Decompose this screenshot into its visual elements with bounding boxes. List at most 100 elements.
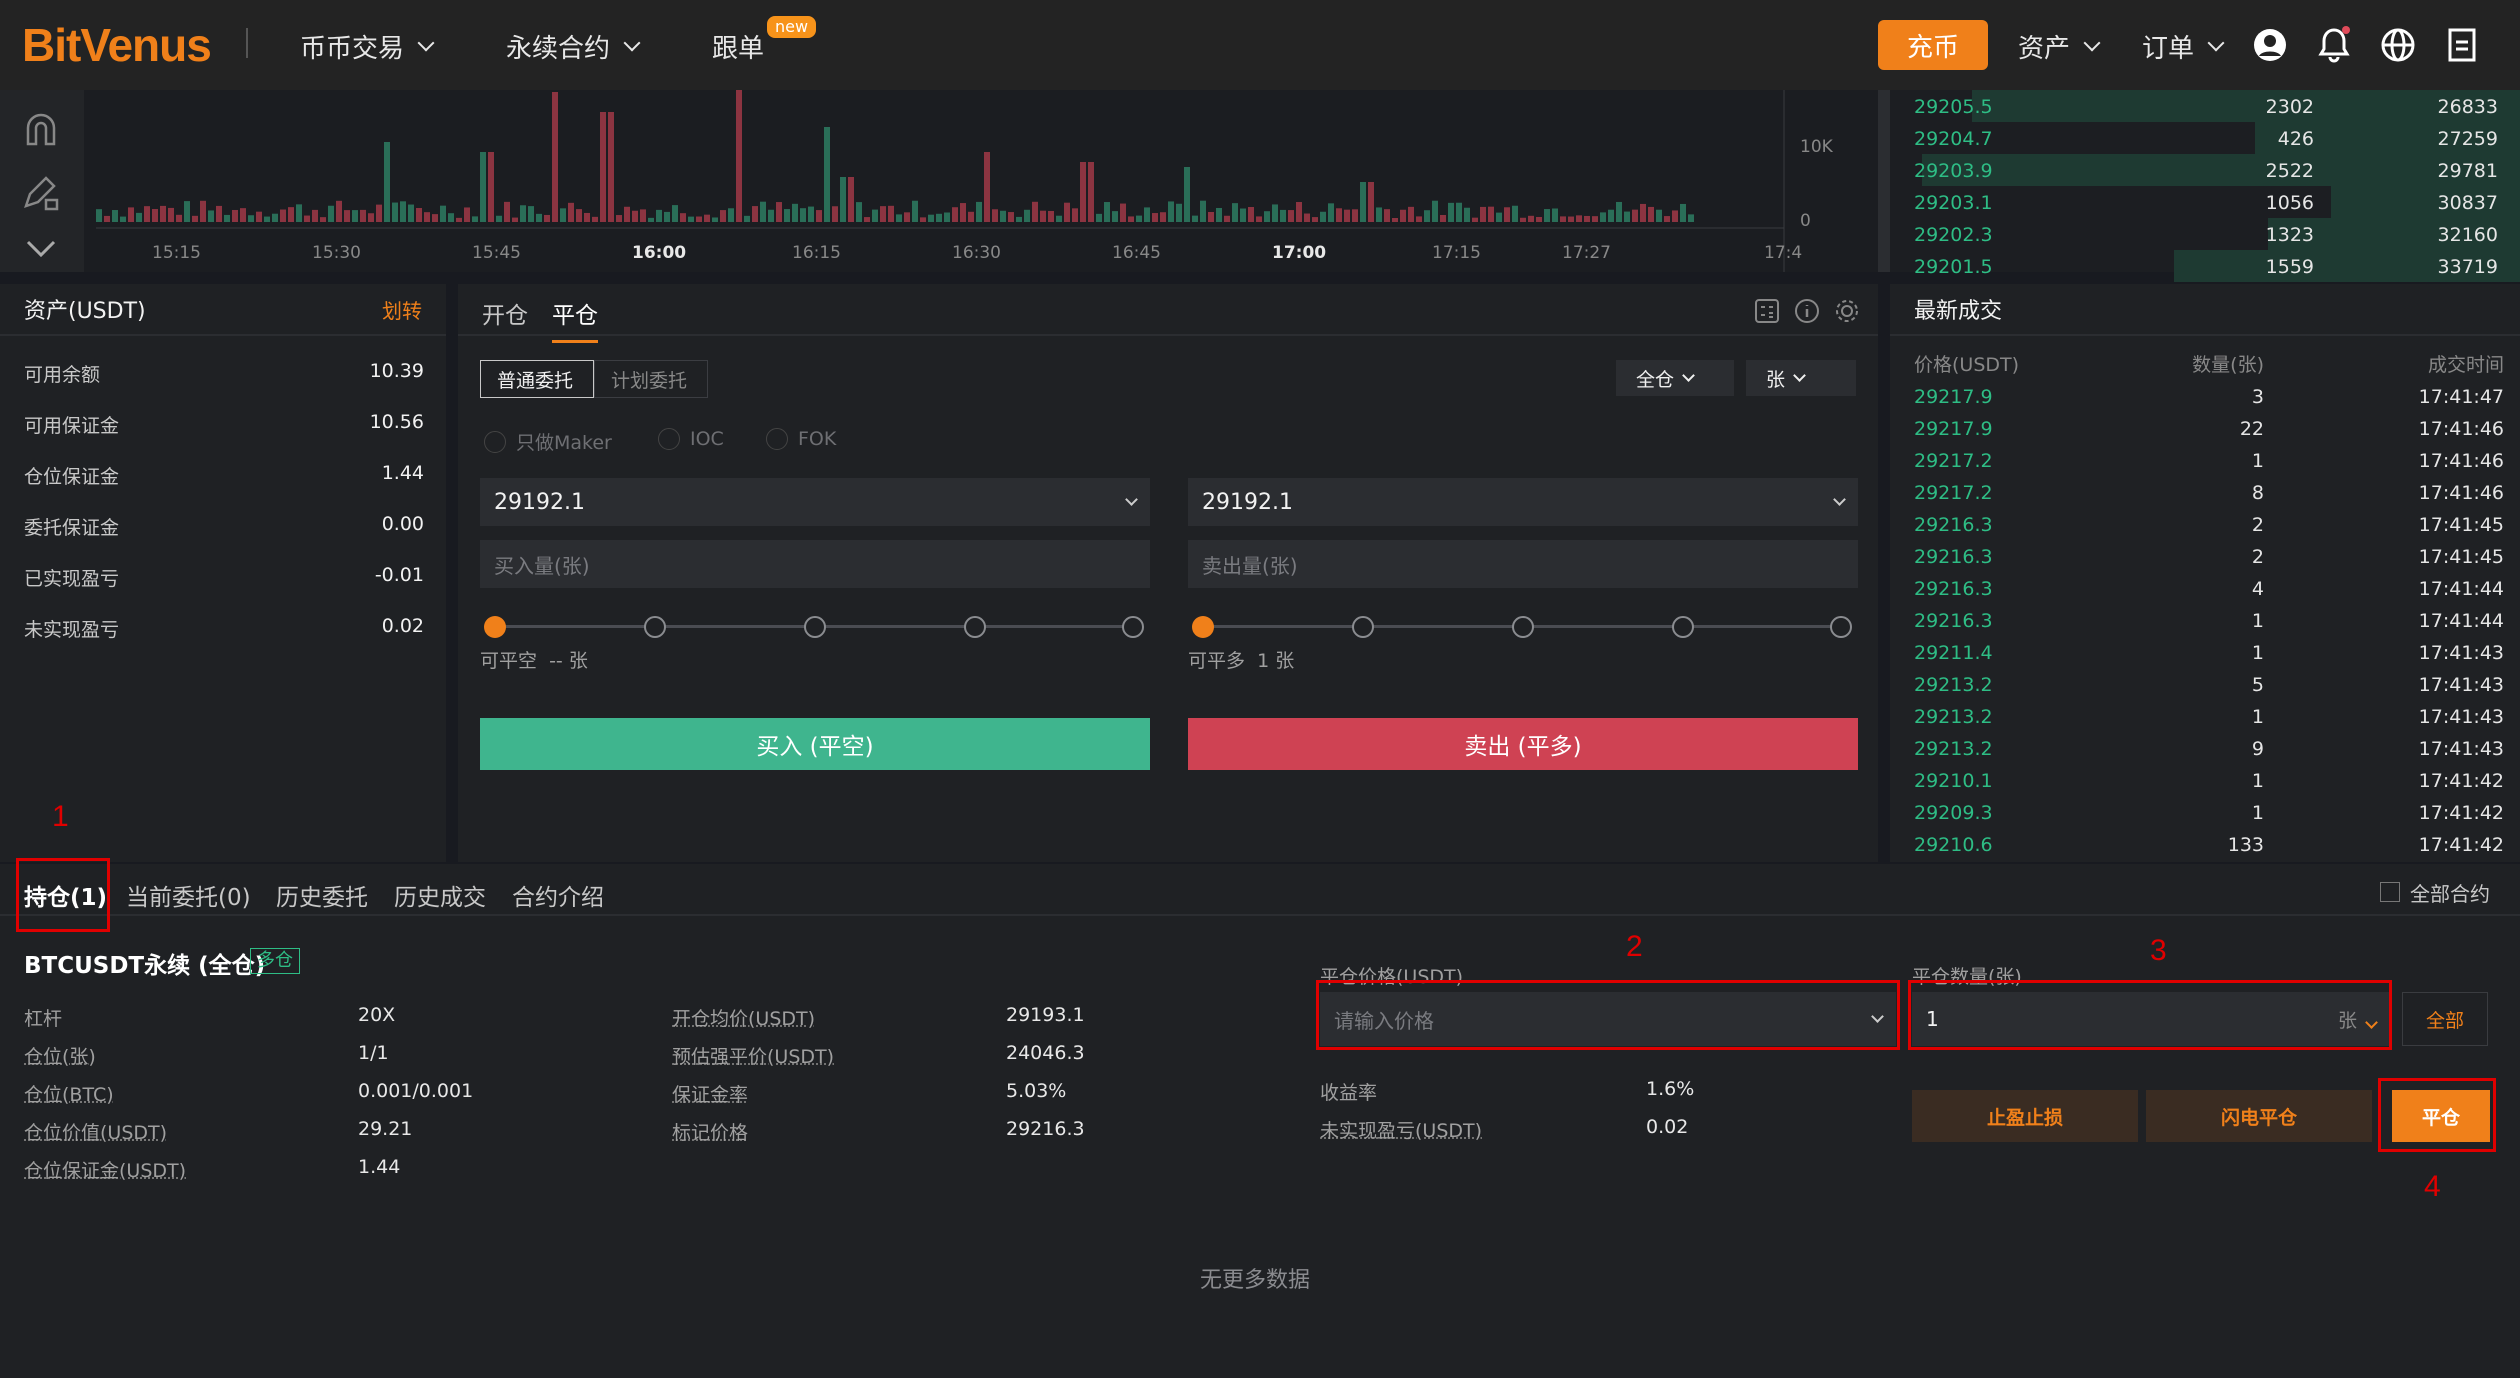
volume-bar	[968, 211, 974, 222]
logo[interactable]: BitVenus	[22, 20, 212, 70]
tab-close[interactable]: 平仓	[552, 296, 598, 343]
trade-price: 29216.3	[1914, 514, 1993, 536]
close-all-button[interactable]: 全部	[2402, 992, 2488, 1046]
tab-open-orders[interactable]: 当前委托(0)	[126, 878, 251, 912]
tab-order-history[interactable]: 历史委托	[276, 878, 368, 912]
tab-contract-info[interactable]: 合约介绍	[512, 878, 604, 912]
volume-bar	[736, 82, 742, 222]
flash-close-button[interactable]: 闪电平仓	[2146, 1090, 2372, 1142]
volume-bar	[1688, 214, 1694, 222]
sell-qty-input[interactable]: 卖出量(张)	[1188, 540, 1858, 588]
subtab-plan-order[interactable]: 计划委托	[594, 360, 708, 398]
slider-step[interactable]	[1830, 616, 1852, 638]
volume-bar	[1168, 201, 1174, 222]
trade-row: 29216.3 4 17:41:44	[1914, 574, 2504, 606]
orderbook-row[interactable]: 29201.5 1559 33719	[1890, 250, 2520, 282]
position-field-label: 标记价格	[672, 1122, 749, 1144]
x-tick-label: 16:00	[632, 243, 686, 263]
bell-icon[interactable]	[2314, 24, 2354, 66]
volume-bar	[1256, 216, 1262, 222]
orderbook-row[interactable]: 29204.7 426 27259	[1890, 122, 2520, 154]
volume-bar	[816, 210, 822, 222]
volume-bar	[608, 112, 614, 222]
orderbook-row[interactable]: 29203.9 2522 29781	[1890, 154, 2520, 186]
buy-close-short-button[interactable]: 买入 (平空)	[480, 718, 1150, 770]
volume-chart[interactable]: 10K 0 15:15 15:30 15:45 16:00 16:15 16:30 16:45 1…	[84, 82, 1878, 272]
x-tick-label: 16:15	[792, 243, 841, 263]
slider-step[interactable]	[644, 616, 666, 638]
volume-bar	[680, 213, 686, 222]
volume-bar	[1304, 213, 1310, 222]
nav-copy-trade[interactable]: 跟单	[712, 24, 764, 68]
tp-sl-button[interactable]: 止盈止损	[1912, 1090, 2138, 1142]
position-field-label: 仓位(张)	[24, 1046, 96, 1068]
calculator-icon[interactable]	[1754, 298, 1780, 329]
trade-row: 29213.2 1 17:41:43	[1914, 702, 2504, 734]
volume-bar	[776, 202, 782, 222]
sell-qty-slider[interactable]	[1192, 614, 1852, 638]
volume-bar	[304, 215, 310, 222]
user-icon[interactable]	[2250, 24, 2290, 66]
sell-price-input[interactable]: 29192.1	[1188, 478, 1858, 526]
volume-bar	[1224, 215, 1230, 222]
nav-perpetual[interactable]: 永续合约	[506, 24, 641, 68]
sell-close-long-button[interactable]: 卖出 (平多)	[1188, 718, 1858, 770]
volume-bar	[480, 152, 486, 222]
globe-icon[interactable]	[2378, 24, 2418, 66]
slider-step[interactable]	[1512, 616, 1534, 638]
unit-select[interactable]: 张	[1746, 360, 1856, 396]
slider-step[interactable]	[804, 616, 826, 638]
assets-menu[interactable]: 资产	[2018, 24, 2101, 68]
nav-spot[interactable]: 币币交易	[300, 24, 435, 68]
margin-mode-select[interactable]: 全仓	[1616, 360, 1734, 396]
pencil-lock-icon[interactable]	[22, 174, 60, 217]
tab-trade-history[interactable]: 历史成交	[394, 878, 486, 912]
tab-open[interactable]: 开仓	[482, 296, 528, 340]
asset-row: 可用余额 10.39	[24, 360, 424, 387]
volume-bar	[160, 205, 166, 222]
trade-qty: 1	[2251, 450, 2264, 472]
volume-bar	[664, 211, 670, 222]
volume-bar	[1032, 201, 1038, 222]
orderbook-row[interactable]: 29205.5 2302 26833	[1890, 90, 2520, 122]
slider-step[interactable]	[1672, 616, 1694, 638]
radio-ioc[interactable]: IOC	[658, 428, 724, 450]
download-icon[interactable]	[2442, 24, 2482, 66]
info-icon[interactable]	[1794, 298, 1820, 329]
volume-bar	[616, 215, 622, 222]
volume-bar	[176, 214, 182, 222]
volume-bar	[1264, 211, 1270, 222]
settings-gear-icon[interactable]	[1834, 298, 1860, 329]
ob-total: 32160	[2437, 224, 2498, 246]
trade-qty: 1	[2251, 610, 2264, 632]
unrealized-pnl-label: 未实现盈亏(USDT)	[1320, 1120, 1483, 1142]
volume-bar	[1072, 208, 1078, 222]
trade-row: 29213.2 5 17:41:43	[1914, 670, 2504, 702]
slider-handle[interactable]	[1192, 616, 1214, 638]
slider-step[interactable]	[964, 616, 986, 638]
chevron-down-icon[interactable]	[24, 236, 58, 265]
buy-price-input[interactable]: 29192.1	[480, 478, 1150, 526]
orderbook-row[interactable]: 29202.3 1323 32160	[1890, 218, 2520, 250]
buy-qty-input[interactable]: 买入量(张)	[480, 540, 1150, 588]
slider-step[interactable]	[1352, 616, 1374, 638]
volume-bar	[1360, 182, 1366, 222]
volume-bar	[1000, 210, 1006, 222]
slider-handle[interactable]	[484, 616, 506, 638]
x-tick-label: 17:15	[1432, 243, 1481, 263]
slider-step[interactable]	[1122, 616, 1144, 638]
orderbook-row[interactable]: 29203.1 1056 30837	[1890, 186, 2520, 218]
magnet-icon[interactable]	[22, 112, 60, 153]
subtab-normal-order[interactable]: 普通委托	[480, 360, 594, 398]
transfer-link[interactable]: 划转	[382, 295, 422, 324]
trade-qty: 133	[2227, 834, 2264, 856]
ob-price: 29202.3	[1914, 224, 1993, 246]
volume-bar	[832, 206, 838, 222]
all-contracts-checkbox[interactable]	[2380, 882, 2400, 902]
radio-fok[interactable]: FOK	[766, 428, 836, 450]
buy-qty-slider[interactable]	[484, 614, 1144, 638]
orders-menu[interactable]: 订单	[2142, 24, 2225, 68]
deposit-button[interactable]: 充币	[1878, 20, 1988, 70]
order-book: 29205.5 2302 26833 29204.7 426 27259 292…	[1890, 90, 2520, 282]
radio-maker-only[interactable]: 只做Maker	[484, 428, 612, 455]
